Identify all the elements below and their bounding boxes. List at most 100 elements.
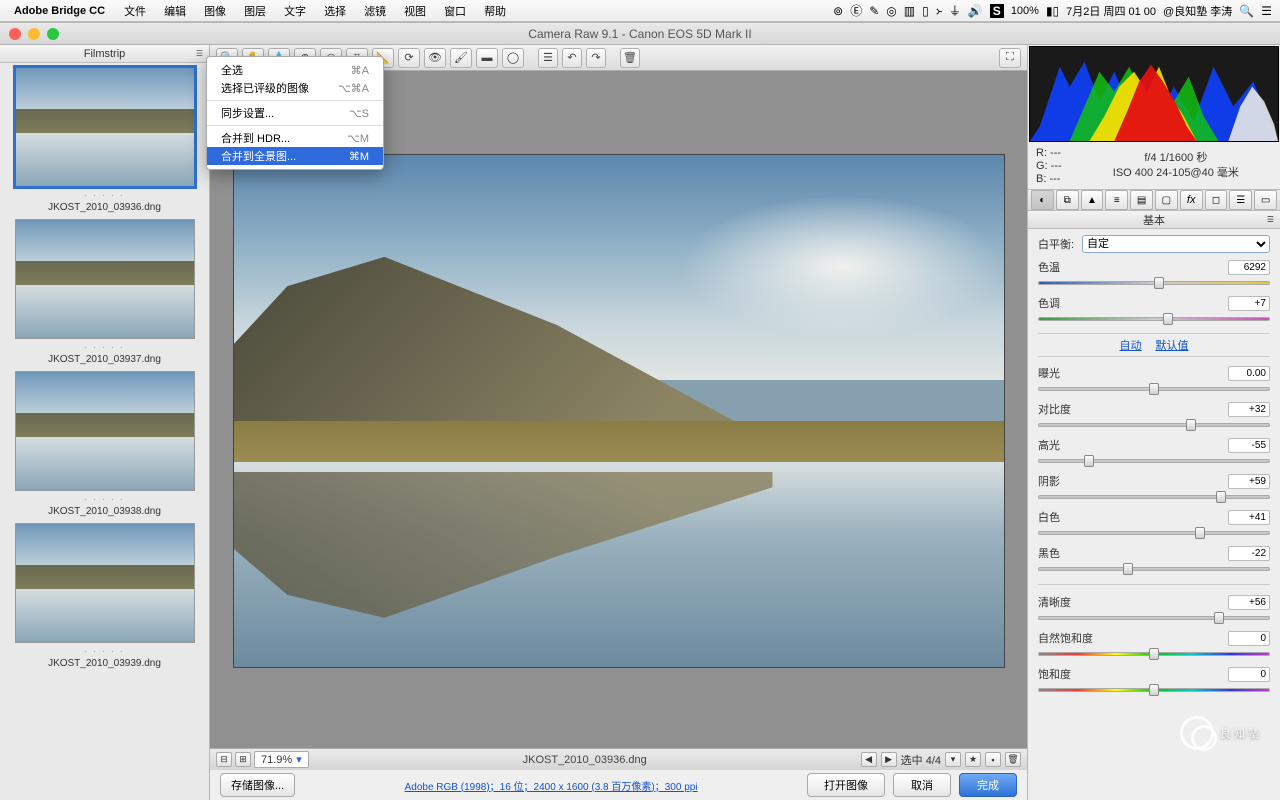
rotate-cw-icon[interactable]: ↷	[586, 48, 606, 68]
preview-footer: ⊟ ⊞ 71.9%▾ JKOST_2010_03936.dng ◀ ▶ 选中 4…	[210, 748, 1027, 770]
volume-icon: 🔊	[968, 4, 983, 18]
filter-icon[interactable]: ▾	[945, 752, 961, 767]
slider-value[interactable]: +41	[1228, 510, 1270, 525]
menu-item[interactable]: 合并到全景图...⌘M	[207, 147, 383, 165]
slider-track[interactable]	[1038, 563, 1270, 575]
spot-tool-icon[interactable]: ⟳	[398, 48, 420, 68]
slider-track[interactable]	[1038, 313, 1270, 325]
delete-mark-icon[interactable]: 🗑	[1005, 752, 1021, 767]
tab-fx[interactable]: fx	[1180, 190, 1203, 210]
slider-value[interactable]: +7	[1228, 296, 1270, 311]
label-icon[interactable]: ▪	[985, 752, 1001, 767]
status-icon: ⊚	[833, 4, 843, 18]
slider-value[interactable]: +59	[1228, 474, 1270, 489]
delete-icon[interactable]: 🗑	[620, 48, 640, 68]
histogram[interactable]	[1029, 46, 1279, 142]
filmstrip-header[interactable]: Filmstrip ☰	[0, 45, 209, 63]
tab-detail[interactable]: ▲	[1081, 190, 1104, 210]
slider-label: 对比度	[1038, 401, 1071, 417]
slider-label: 清晰度	[1038, 594, 1071, 610]
prefs-icon[interactable]: ☰	[538, 48, 558, 68]
slider-value[interactable]: -55	[1228, 438, 1270, 453]
slider-track[interactable]	[1038, 277, 1270, 289]
workflow-link[interactable]: Adobe RGB (1998)；16 位；2400 x 1600 (3.8 百…	[303, 778, 799, 793]
radial-tool-icon[interactable]: ◯	[502, 48, 524, 68]
menu-edit[interactable]: 编辑	[155, 0, 195, 22]
menu-select[interactable]: 选择	[315, 0, 355, 22]
menu-type[interactable]: 文字	[275, 0, 315, 22]
open-image-button[interactable]: 打开图像	[807, 773, 885, 797]
menu-filter[interactable]: 滤镜	[355, 0, 395, 22]
redeye-tool-icon[interactable]: 👁	[424, 48, 446, 68]
slider-track[interactable]	[1038, 491, 1270, 503]
menu-window[interactable]: 窗口	[435, 0, 475, 22]
slider-value[interactable]: -22	[1228, 546, 1270, 561]
menu-item[interactable]: 选择已评级的图像⌥⌘A	[207, 79, 383, 97]
slider-value[interactable]: 0	[1228, 667, 1270, 682]
notifications-icon[interactable]: ☰	[1261, 4, 1272, 18]
slider-value[interactable]: 0.00	[1228, 366, 1270, 381]
prev-button[interactable]: ◀	[861, 752, 877, 767]
next-button[interactable]: ▶	[881, 752, 897, 767]
app-name[interactable]: Adobe Bridge CC	[14, 5, 105, 17]
slider-vibrance: 自然饱和度0	[1038, 630, 1270, 660]
menu-image[interactable]: 图像	[195, 0, 235, 22]
tab-curve[interactable]: ⧉	[1056, 190, 1079, 210]
slider-label: 黑色	[1038, 545, 1060, 561]
zoom-out-button[interactable]: ⊟	[216, 752, 232, 767]
gradient-tool-icon[interactable]: ▬	[476, 48, 498, 68]
menu-view[interactable]: 视图	[395, 0, 435, 22]
exif-line1: f/4 1/1600 秒	[1080, 151, 1272, 166]
thumbnail[interactable]: · · · · ·JKOST_2010_03937.dng	[8, 219, 201, 365]
slider-track[interactable]	[1038, 684, 1270, 696]
cancel-button[interactable]: 取消	[893, 773, 951, 797]
dialog-footer: 存储图像... Adobe RGB (1998)；16 位；2400 x 160…	[210, 770, 1027, 800]
slider-track[interactable]	[1038, 419, 1270, 431]
brush-tool-icon[interactable]: 🖌	[450, 48, 472, 68]
slider-track[interactable]	[1038, 612, 1270, 624]
slider-blacks: 黑色 -22	[1038, 545, 1270, 575]
tab-split[interactable]: ▤	[1130, 190, 1153, 210]
save-image-button[interactable]: 存储图像...	[220, 773, 295, 797]
thumbnail[interactable]: · · · · ·JKOST_2010_03939.dng	[8, 523, 201, 669]
rating-icon[interactable]: ★	[965, 752, 981, 767]
tab-basic[interactable]: ◐	[1031, 190, 1054, 210]
default-link[interactable]: 默认值	[1156, 337, 1189, 353]
tab-snapshots[interactable]: ▭	[1254, 190, 1277, 210]
slider-value[interactable]: +56	[1228, 595, 1270, 610]
slider-value[interactable]: 6292	[1228, 260, 1270, 275]
tab-lens[interactable]: ▢	[1155, 190, 1178, 210]
fullscreen-icon[interactable]: ⛶	[999, 48, 1021, 68]
slider-track[interactable]	[1038, 648, 1270, 660]
spotlight-icon[interactable]: 🔍	[1239, 4, 1254, 18]
slider-label: 白色	[1038, 509, 1060, 525]
menu-layer[interactable]: 图层	[235, 0, 275, 22]
menu-file[interactable]: 文件	[115, 0, 155, 22]
menu-item[interactable]: 同步设置...⌥S	[207, 104, 383, 122]
panel-menu-icon[interactable]: ☰	[1267, 215, 1274, 224]
wb-select[interactable]: 自定	[1082, 235, 1270, 253]
tab-hsl[interactable]: ≡	[1105, 190, 1128, 210]
b-value: B: ---	[1036, 173, 1062, 185]
tab-presets[interactable]: ☰	[1229, 190, 1252, 210]
tab-camera[interactable]: ◻	[1205, 190, 1228, 210]
rotate-ccw-icon[interactable]: ↶	[562, 48, 582, 68]
slider-value[interactable]: +32	[1228, 402, 1270, 417]
done-button[interactable]: 完成	[959, 773, 1017, 797]
user-name: @良知塾 李涛	[1163, 3, 1232, 19]
menu-item[interactable]: 全选⌘A	[207, 61, 383, 79]
zoom-in-button[interactable]: ⊞	[235, 752, 251, 767]
preview-canvas[interactable]	[210, 71, 1027, 748]
thumbnail[interactable]: · · · · ·JKOST_2010_03936.dng	[8, 67, 201, 213]
slider-value[interactable]: 0	[1228, 631, 1270, 646]
slider-track[interactable]	[1038, 527, 1270, 539]
zoom-select[interactable]: 71.9%▾	[254, 751, 309, 768]
slider-label: 色调	[1038, 295, 1060, 311]
auto-link[interactable]: 自动	[1120, 337, 1142, 353]
slider-track[interactable]	[1038, 383, 1270, 395]
menu-item[interactable]: 合并到 HDR...⌥M	[207, 129, 383, 147]
thumbnail[interactable]: · · · · ·JKOST_2010_03938.dng	[8, 371, 201, 517]
slider-track[interactable]	[1038, 455, 1270, 467]
filmstrip-menu-icon[interactable]: ☰	[196, 49, 203, 58]
menu-help[interactable]: 帮助	[475, 0, 515, 22]
